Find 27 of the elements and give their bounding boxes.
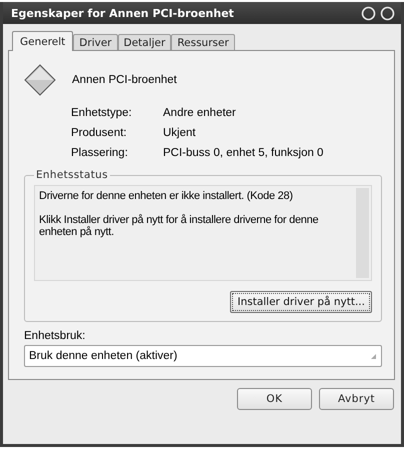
circle-icon bbox=[361, 6, 376, 20]
reinstall-driver-button[interactable]: Installer driver på nytt... bbox=[230, 291, 372, 313]
window-title: Egenskaper for Annen PCI-broenhet bbox=[11, 6, 235, 20]
device-name: Annen PCI-broenhet bbox=[72, 74, 177, 86]
window-control-button[interactable] bbox=[361, 6, 376, 20]
property-value: PCI-buss 0, enhet 5, funksjon 0 bbox=[163, 147, 324, 159]
field-label: Enhetsbruk: bbox=[24, 330, 86, 342]
window-control-button[interactable] bbox=[380, 6, 395, 20]
tab[interactable]: Generelt bbox=[12, 31, 74, 51]
property-value: Andre enheter bbox=[163, 107, 237, 119]
tab[interactable]: Detaljer bbox=[118, 34, 172, 50]
property-label: Enhetstype: bbox=[71, 107, 133, 119]
dropdown-arrow-icon bbox=[370, 352, 377, 360]
tab[interactable]: Ressurser bbox=[171, 34, 235, 50]
circle-icon bbox=[380, 6, 395, 20]
status-message: Klikk Installer driver på nytt for å installere driverne for denne enheten på nytt. bbox=[39, 214, 320, 238]
dialog-button[interactable]: OK bbox=[237, 388, 312, 410]
status-text-box[interactable]: Driverne for denne enheten er ikke installert. (Kode 28) Klikk Installer driver på nytt for å installere driverne for denne enheten på nytt. bbox=[34, 185, 372, 281]
device-icon bbox=[24, 64, 56, 96]
tab[interactable]: Driver bbox=[73, 34, 118, 50]
property-label: Produsent: bbox=[71, 127, 128, 139]
status-message: Driverne for denne enheten er ikke installert. (Kode 28) bbox=[39, 190, 294, 202]
property-label: Plassering: bbox=[71, 147, 129, 159]
dialog-button[interactable]: Avbryt bbox=[319, 388, 394, 410]
group-title: Enhetsstatus bbox=[35, 169, 109, 181]
device-usage-dropdown[interactable]: Bruk denne enheten (aktiver) bbox=[24, 345, 382, 367]
property-value: Ukjent bbox=[163, 127, 197, 139]
